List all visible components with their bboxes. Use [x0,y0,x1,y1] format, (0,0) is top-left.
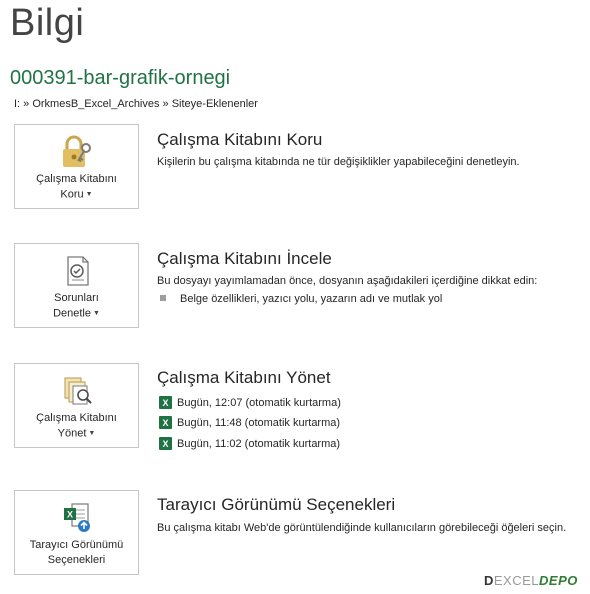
lock-key-icon [62,135,91,167]
browser-description: Bu çalışma kitabı Web'de görüntülendiğin… [157,522,567,534]
page-title: Bilgi [10,2,85,44]
browser-tile-label: Tarayıcı Görünümü Seçenekleri [29,539,124,566]
excel-file-icon: X [159,396,172,409]
protect-workbook-button[interactable]: Çalışma Kitabını Koru ▼ [14,124,139,209]
breadcrumb[interactable]: I: » OrkmesB_Excel_Archives » Siteye-Ekl… [14,98,258,110]
protect-description: Kişilerin bu çalışma kitabında ne tür de… [157,156,520,168]
version-item[interactable]: X Bugün, 11:02 (otomatik kurtarma) [159,437,340,450]
inspect-description: Bu dosyayı yayımlamadan önce, dosyanın a… [157,275,538,287]
version-item[interactable]: X Bugün, 11:48 (otomatik kurtarma) [159,416,340,429]
protect-tile-label: Çalışma Kitabını Koru ▼ [36,173,117,201]
chevron-down-icon: ▼ [88,430,96,437]
chevron-down-icon: ▼ [92,310,100,317]
browser-view-options-button[interactable]: X Tarayıcı Görünümü Seçenekleri [14,490,139,575]
excel-file-icon: X [159,437,172,450]
manage-tile-label: Çalışma Kitabını Yönet ▼ [36,412,117,440]
browser-view-icon: X [63,503,90,532]
version-item[interactable]: X Bugün, 12:07 (otomatik kurtarma) [159,396,341,409]
watermark-logo: DEXCELDEPO [484,573,578,588]
inspect-tile-label: Sorunları Denetle ▼ [53,292,100,320]
inspect-document-icon [66,256,89,286]
protect-title: Çalışma Kitabını Koru [157,130,323,149]
inspect-bullet-item: Belge özellikleri, yazıcı yolu, yazarın … [160,293,442,305]
manage-workbook-button[interactable]: Çalışma Kitabını Yönet ▼ [14,363,139,448]
browser-title: Tarayıcı Görünümü Seçenekleri [157,495,396,514]
chevron-down-icon: ▼ [85,191,93,198]
manage-versions-icon [64,377,92,405]
excel-file-icon: X [159,416,172,429]
svg-text:X: X [66,510,72,520]
inspect-title: Çalışma Kitabını İncele [157,249,332,268]
file-name: 000391-bar-grafik-ornegi [10,67,231,89]
bullet-icon [160,295,166,302]
manage-title: Çalışma Kitabını Yönet [157,368,331,387]
check-issues-button[interactable]: Sorunları Denetle ▼ [14,243,139,328]
